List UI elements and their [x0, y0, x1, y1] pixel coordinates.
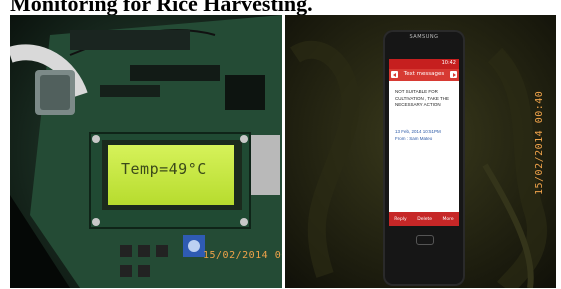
message-sender: From : Sam Mateo: [395, 136, 433, 141]
mobile-phone: SAMSUNG 10:42 Text messages NOT SUITABLE…: [383, 30, 465, 286]
next-arrow-icon[interactable]: [450, 71, 457, 78]
more-softkey[interactable]: More: [443, 217, 454, 222]
phone-brand-label: SAMSUNG: [409, 34, 439, 40]
messages-title: Text messages: [403, 71, 445, 77]
photo-timestamp: 15/02/2014 00:40: [534, 90, 545, 195]
status-bar: 10:42: [389, 59, 459, 69]
softkey-bar: Reply Delete More: [389, 212, 459, 226]
message-date: 13 Feb, 2014 10:51PM: [395, 129, 441, 134]
reply-softkey[interactable]: Reply: [394, 217, 406, 222]
delete-softkey[interactable]: Delete: [417, 217, 432, 222]
lcd-temperature-readout: Temp=49°C: [121, 160, 207, 178]
phone-photo: SAMSUNG 10:42 Text messages NOT SUITABLE…: [285, 15, 556, 288]
photo-timestamp: 15/02/2014 00:34: [203, 250, 282, 261]
phone-home-button[interactable]: [416, 235, 434, 245]
phone-screen: 10:42 Text messages NOT SUITABLE FOR CUL…: [389, 59, 459, 226]
message-body: NOT SUITABLE FOR CULTIVATION , TAKE THE …: [395, 89, 450, 107]
board-illustration: [10, 15, 282, 288]
board-photo: Temp=49°C 15/02/2014 00:34: [10, 15, 282, 288]
status-time: 10:42: [441, 60, 456, 66]
messages-title-bar: Text messages: [389, 69, 459, 81]
